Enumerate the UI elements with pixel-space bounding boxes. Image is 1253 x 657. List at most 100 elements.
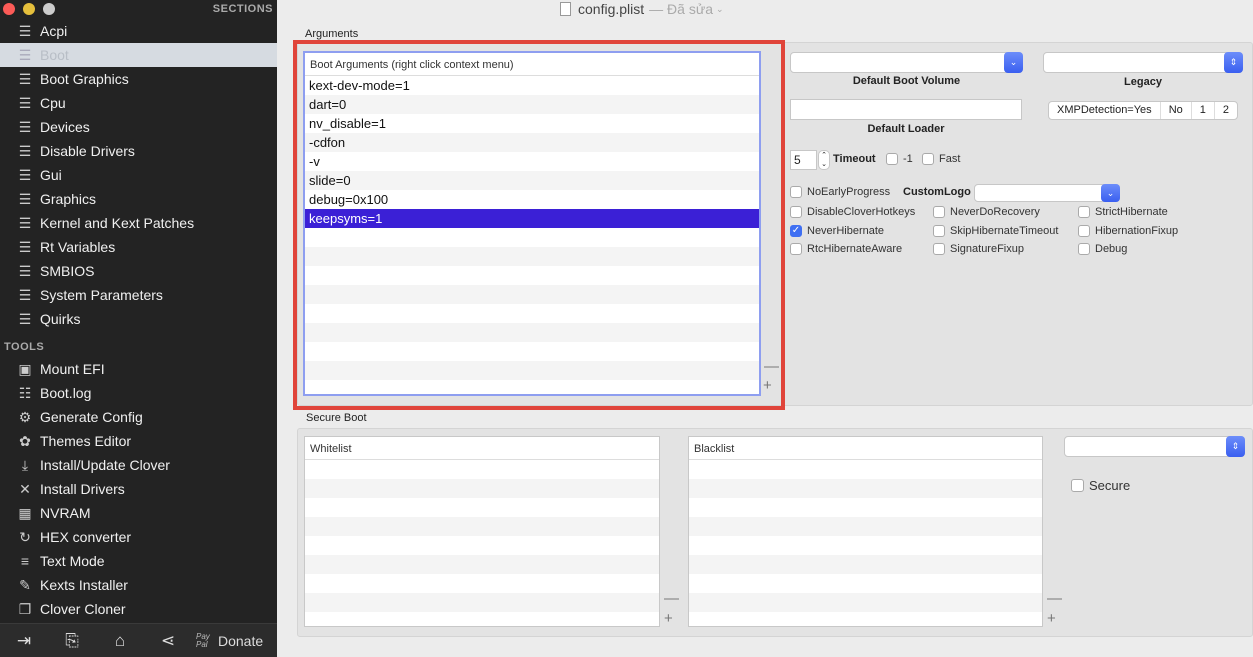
import-icon[interactable]: ⇥ bbox=[0, 631, 48, 651]
legacy-dropdown[interactable]: ⇕ bbox=[1043, 52, 1243, 73]
secure-checkbox[interactable]: Secure bbox=[1071, 478, 1130, 493]
sidebar-item-clover-cloner[interactable]: ❐ Clover Cloner bbox=[0, 597, 277, 621]
list-icon: ☰ bbox=[18, 214, 32, 231]
checkbox-box[interactable] bbox=[933, 225, 945, 237]
empty-row[interactable] bbox=[305, 266, 759, 285]
never-hibernate-checkbox[interactable]: ✓ NeverHibernate bbox=[790, 225, 884, 237]
empty-row[interactable] bbox=[305, 228, 759, 247]
share-icon[interactable]: ⋖ bbox=[144, 631, 192, 651]
skip-hibernate-timeout-checkbox[interactable]: SkipHibernateTimeout bbox=[933, 225, 1058, 237]
xmp-segment[interactable]: 2 bbox=[1215, 102, 1237, 119]
sidebar-item-system-parameters[interactable]: ☰ System Parameters bbox=[0, 283, 277, 307]
palette-icon: ✿ bbox=[19, 432, 31, 449]
export-icon[interactable]: ⎘ bbox=[48, 631, 96, 651]
empty-row[interactable] bbox=[305, 342, 759, 361]
close-button[interactable] bbox=[3, 3, 15, 15]
xmp-segment[interactable]: 1 bbox=[1192, 102, 1215, 119]
argument-row[interactable]: nv_disable=1 bbox=[305, 114, 759, 133]
empty-row[interactable] bbox=[305, 361, 759, 380]
secure-boot-policy-dropdown[interactable]: ⇕ bbox=[1064, 436, 1245, 457]
blacklist-add-button[interactable]: + bbox=[1047, 610, 1056, 628]
empty-row[interactable] bbox=[305, 304, 759, 323]
sidebar-item-text-mode[interactable]: ≡ Text Mode bbox=[0, 549, 277, 573]
sidebar-item-smbios[interactable]: ☰ SMBIOS bbox=[0, 259, 277, 283]
checkbox-box[interactable] bbox=[1078, 225, 1090, 237]
debug-checkbox[interactable]: Debug bbox=[1078, 243, 1127, 255]
sidebar-item-hex-converter[interactable]: ↻ HEX converter bbox=[0, 525, 277, 549]
hibernation-fixup-checkbox[interactable]: HibernationFixup bbox=[1078, 225, 1178, 237]
checkbox-box[interactable] bbox=[1078, 243, 1090, 255]
empty-row[interactable] bbox=[305, 247, 759, 266]
timeout-input[interactable]: 5 bbox=[790, 150, 817, 170]
sidebar-item-graphics[interactable]: ☰ Graphics bbox=[0, 187, 277, 211]
sidebar-item-quirks[interactable]: ☰ Quirks bbox=[0, 307, 277, 331]
fast-checkbox[interactable]: Fast bbox=[922, 153, 960, 165]
checkbox-box[interactable] bbox=[790, 243, 802, 255]
sidebar-item-label: Gui bbox=[40, 167, 62, 183]
sidebar-item-cpu[interactable]: ☰ Cpu bbox=[0, 91, 277, 115]
home-icon[interactable]: ⌂ bbox=[96, 631, 144, 651]
sidebar-item-nvram[interactable]: ▦ NVRAM bbox=[0, 501, 277, 525]
sidebar-item-kernel-and-kext-patches[interactable]: ☰ Kernel and Kext Patches bbox=[0, 211, 277, 235]
sidebar-item-boot-log[interactable]: ☷ Boot.log bbox=[0, 381, 277, 405]
chevron-down-icon[interactable]: ⌄ bbox=[716, 4, 724, 15]
default-loader-input[interactable] bbox=[790, 99, 1022, 120]
checkbox-box[interactable] bbox=[933, 243, 945, 255]
sidebar-item-devices[interactable]: ☰ Devices bbox=[0, 115, 277, 139]
rtc-hibernate-aware-checkbox[interactable]: RtcHibernateAware bbox=[790, 243, 902, 255]
download-icon: ⤓ bbox=[21, 456, 29, 473]
remove-argument-button[interactable]: — bbox=[764, 358, 779, 376]
empty-row[interactable] bbox=[305, 323, 759, 342]
checkbox-box[interactable]: ✓ bbox=[790, 225, 802, 237]
sidebar-item-kexts-installer[interactable]: ✎ Kexts Installer bbox=[0, 573, 277, 597]
donate-button[interactable]: Pay Pal Donate bbox=[196, 632, 263, 649]
checkbox-box[interactable] bbox=[933, 206, 945, 218]
empty-row[interactable] bbox=[305, 285, 759, 304]
signature-fixup-checkbox[interactable]: SignatureFixup bbox=[933, 243, 1024, 255]
minus-one-checkbox[interactable]: -1 bbox=[886, 153, 913, 165]
argument-row[interactable]: -cdfon bbox=[305, 133, 759, 152]
sidebar-item-disable-drivers[interactable]: ☰ Disable Drivers bbox=[0, 139, 277, 163]
sidebar-item-label: Text Mode bbox=[40, 553, 105, 569]
custom-logo-dropdown[interactable]: ⌄ bbox=[974, 184, 1120, 202]
argument-row[interactable]: -v bbox=[305, 152, 759, 171]
xmp-segment[interactable]: No bbox=[1161, 102, 1192, 119]
whitelist-remove-button[interactable]: — bbox=[664, 590, 679, 608]
sidebar-item-generate-config[interactable]: ⚙ Generate Config bbox=[0, 405, 277, 429]
checkbox-box[interactable] bbox=[790, 206, 802, 218]
default-boot-volume-dropdown[interactable]: ⌄ bbox=[790, 52, 1023, 73]
add-argument-button[interactable]: + bbox=[763, 377, 772, 395]
argument-row[interactable]: keepsyms=1 bbox=[305, 209, 759, 228]
argument-row[interactable]: dart=0 bbox=[305, 95, 759, 114]
strict-hibernate-checkbox[interactable]: StrictHibernate bbox=[1078, 206, 1168, 218]
xmp-segment[interactable]: XMPDetection=Yes bbox=[1049, 102, 1161, 119]
never-do-recovery-checkbox[interactable]: NeverDoRecovery bbox=[933, 206, 1040, 218]
sidebar-item-install-drivers[interactable]: ✕ Install Drivers bbox=[0, 477, 277, 501]
blacklist-table[interactable]: Blacklist bbox=[688, 436, 1043, 627]
checkbox-box[interactable] bbox=[1078, 206, 1090, 218]
minimize-button[interactable] bbox=[23, 3, 35, 15]
zoom-button[interactable] bbox=[43, 3, 55, 15]
sidebar-item-gui[interactable]: ☰ Gui bbox=[0, 163, 277, 187]
boot-arguments-table[interactable]: Boot Arguments (right click context menu… bbox=[303, 51, 761, 396]
sidebar-item-mount-efi[interactable]: ▣ Mount EFI bbox=[0, 357, 277, 381]
sidebar-item-boot-graphics[interactable]: ☰ Boot Graphics bbox=[0, 67, 277, 91]
list-icon: ☰ bbox=[18, 310, 32, 327]
sidebar-item-install-update-clover[interactable]: ⤓ Install/Update Clover bbox=[0, 453, 277, 477]
empty-row[interactable] bbox=[305, 380, 759, 399]
sidebar-item-themes-editor[interactable]: ✿ Themes Editor bbox=[0, 429, 277, 453]
argument-row[interactable]: debug=0x100 bbox=[305, 190, 759, 209]
timeout-stepper[interactable]: ⌃ ⌄ bbox=[818, 150, 830, 170]
sidebar-item-acpi[interactable]: ☰ Acpi bbox=[0, 19, 277, 43]
no-early-progress-checkbox[interactable]: NoEarlyProgress bbox=[790, 186, 890, 198]
whitelist-table[interactable]: Whitelist bbox=[304, 436, 660, 627]
sidebar-item-rt-variables[interactable]: ☰ Rt Variables bbox=[0, 235, 277, 259]
argument-row[interactable]: kext-dev-mode=1 bbox=[305, 76, 759, 95]
argument-row[interactable]: slide=0 bbox=[305, 171, 759, 190]
disable-clover-hotkeys-checkbox[interactable]: DisableCloverHotkeys bbox=[790, 206, 915, 218]
whitelist-add-button[interactable]: + bbox=[664, 610, 673, 628]
checkbox-box[interactable] bbox=[790, 186, 802, 198]
blacklist-remove-button[interactable]: — bbox=[1047, 590, 1062, 608]
sidebar-item-boot[interactable]: ☰ Boot bbox=[0, 43, 277, 67]
xmp-detection-segmented[interactable]: XMPDetection=Yes No 1 2 bbox=[1048, 101, 1238, 120]
